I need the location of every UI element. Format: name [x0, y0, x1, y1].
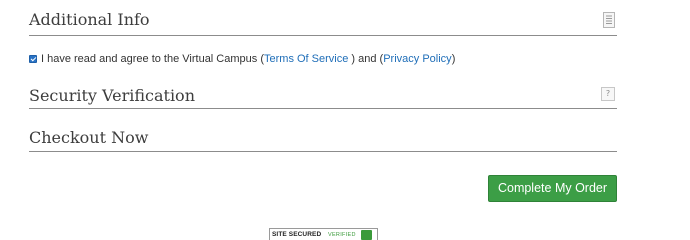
privacy-policy-link[interactable]: Privacy Policy	[383, 53, 451, 65]
terms-agree-checkbox[interactable]	[29, 55, 37, 63]
additional-info-section: Additional Info	[29, 0, 617, 36]
terms-of-service-link[interactable]: Terms Of Service	[264, 53, 348, 65]
seal-site-secured-text: SITE SECURED	[272, 231, 322, 238]
agreement-text-after: )	[451, 53, 456, 65]
help-icon[interactable]: ?	[601, 87, 615, 101]
additional-info-heading: Additional Info	[29, 10, 150, 29]
document-icon[interactable]	[603, 12, 615, 28]
agreement-text-middle: ) and (	[348, 53, 384, 65]
shield-icon	[361, 230, 372, 240]
security-verification-heading: Security Verification	[29, 86, 195, 105]
complete-order-button[interactable]: Complete My Order	[488, 175, 617, 202]
seal-verified-text: VERIFIED	[328, 232, 356, 238]
terms-agreement-row: I have read and agree to the Virtual Cam…	[29, 51, 455, 67]
checkout-now-section: Checkout Now	[29, 126, 617, 152]
security-verification-section: Security Verification ?	[29, 84, 617, 109]
checkout-page: Additional Info I have read and agree to…	[0, 0, 690, 240]
site-secured-seal[interactable]: SITE SECURED VERIFIED	[269, 228, 378, 240]
checkout-now-heading: Checkout Now	[29, 128, 149, 147]
agreement-text-before: I have read and agree to the Virtual Cam…	[41, 53, 264, 65]
